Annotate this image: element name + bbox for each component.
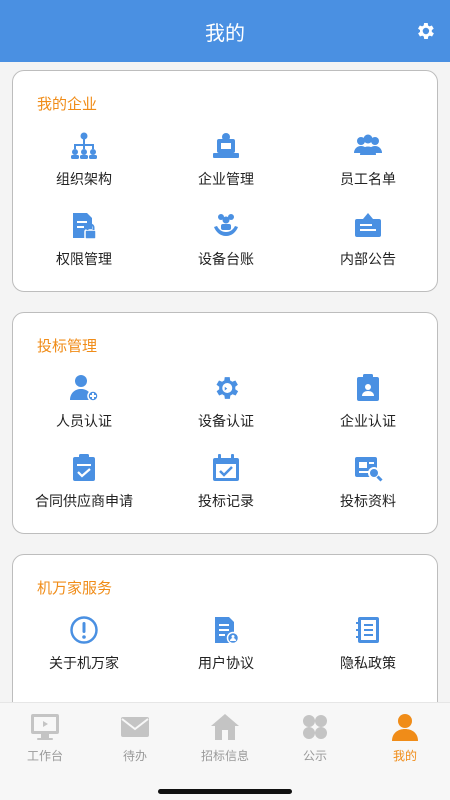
page-title: 我的 (205, 20, 245, 45)
monitor-icon (30, 713, 60, 745)
tab-label: 公示 (302, 749, 327, 763)
menu-item-internal-announcement[interactable]: 内部公告 (297, 211, 439, 291)
doc-search-icon (353, 453, 383, 483)
tab-label: 待办 (122, 749, 147, 763)
announcement-icon (353, 211, 383, 241)
menu-item-label: 合同供应商申请 (35, 494, 133, 510)
menu-item-privacy-policy[interactable]: 隐私政策 (297, 615, 439, 695)
tab-label: 工作台 (26, 749, 63, 763)
bottom-tab-bar: 工作台 待办 招标信息 公示 我的 (0, 702, 450, 800)
menu-item-device-cert[interactable]: 设备认证 (155, 373, 297, 453)
agreement-doc-icon (211, 615, 241, 645)
notebook-icon (353, 615, 383, 645)
menu-item-enterprise-cert[interactable]: 企业认证 (297, 373, 439, 453)
menu-item-staff-list[interactable]: 员工名单 (297, 131, 439, 211)
menu-item-contract-supplier-apply[interactable]: 合同供应商申请 (13, 453, 155, 533)
tab-workbench[interactable]: 工作台 (0, 703, 90, 765)
menu-item-label: 隐私政策 (340, 656, 396, 672)
content-scroll[interactable]: 我的企业 组织架构 企业管理 员工名单 权限管理 设备台账 内部公告 投标管理 … (0, 62, 450, 702)
section-title: 机万家服务 (37, 579, 113, 597)
menu-item-label: 企业管理 (198, 172, 254, 188)
menu-item-label: 投标记录 (198, 494, 254, 510)
menu-item-about[interactable]: 关于机万家 (13, 615, 155, 695)
person-cert-icon (69, 373, 99, 403)
badge-clipboard-icon (353, 373, 383, 403)
menu-item-bid-docs[interactable]: 投标资料 (297, 453, 439, 533)
tab-todo[interactable]: 待办 (90, 703, 180, 765)
section-jiwanjia-services: 机万家服务 关于机万家 用户协议 隐私政策 (12, 554, 438, 702)
menu-item-label: 权限管理 (56, 252, 112, 268)
device-ledger-icon (211, 211, 241, 241)
menu-item-label: 关于机万家 (49, 656, 119, 672)
user-icon (390, 713, 420, 745)
menu-item-label: 投标资料 (340, 494, 396, 510)
menu-item-label: 人员认证 (56, 414, 112, 430)
menu-item-user-agreement[interactable]: 用户协议 (155, 615, 297, 695)
mail-icon (120, 713, 150, 745)
settings-gear-icon[interactable] (414, 20, 436, 42)
staff-list-icon (353, 131, 383, 161)
section-title: 投标管理 (37, 337, 98, 355)
menu-item-label: 设备认证 (198, 414, 254, 430)
menu-item-bid-record[interactable]: 投标记录 (155, 453, 297, 533)
tab-label: 招标信息 (200, 749, 249, 763)
tab-bid-info[interactable]: 招标信息 (180, 703, 270, 765)
menu-item-label: 员工名单 (340, 172, 396, 188)
section-title: 我的企业 (37, 95, 98, 113)
top-bar: 我的 (0, 0, 450, 62)
menu-item-permission-management[interactable]: 权限管理 (13, 211, 155, 291)
menu-item-device-ledger[interactable]: 设备台账 (155, 211, 297, 291)
home-icon (210, 713, 240, 745)
menu-item-label: 企业认证 (340, 414, 396, 430)
calendar-check-icon (211, 453, 241, 483)
clover-icon (300, 713, 330, 745)
menu-item-enterprise-management[interactable]: 企业管理 (155, 131, 297, 211)
menu-item-label: 内部公告 (340, 252, 396, 268)
permission-lock-icon (69, 211, 99, 241)
tab-label: 我的 (392, 749, 417, 763)
menu-item-person-cert[interactable]: 人员认证 (13, 373, 155, 453)
enterprise-icon (211, 131, 241, 161)
menu-item-label: 组织架构 (56, 172, 112, 188)
menu-item-label: 设备台账 (198, 252, 254, 268)
device-gear-icon (211, 373, 241, 403)
home-indicator (158, 789, 292, 794)
org-structure-icon (69, 131, 99, 161)
tab-mine[interactable]: 我的 (360, 703, 450, 765)
section-my-enterprise: 我的企业 组织架构 企业管理 员工名单 权限管理 设备台账 内部公告 (12, 70, 438, 292)
info-circle-icon (69, 615, 99, 645)
clipboard-check-icon (69, 453, 99, 483)
menu-item-org-structure[interactable]: 组织架构 (13, 131, 155, 211)
section-bid-management: 投标管理 人员认证 设备认证 企业认证 合同供应商申请 投标记录 投标资料 (12, 312, 438, 534)
tab-public-notice[interactable]: 公示 (270, 703, 360, 765)
menu-item-label: 用户协议 (198, 656, 254, 672)
